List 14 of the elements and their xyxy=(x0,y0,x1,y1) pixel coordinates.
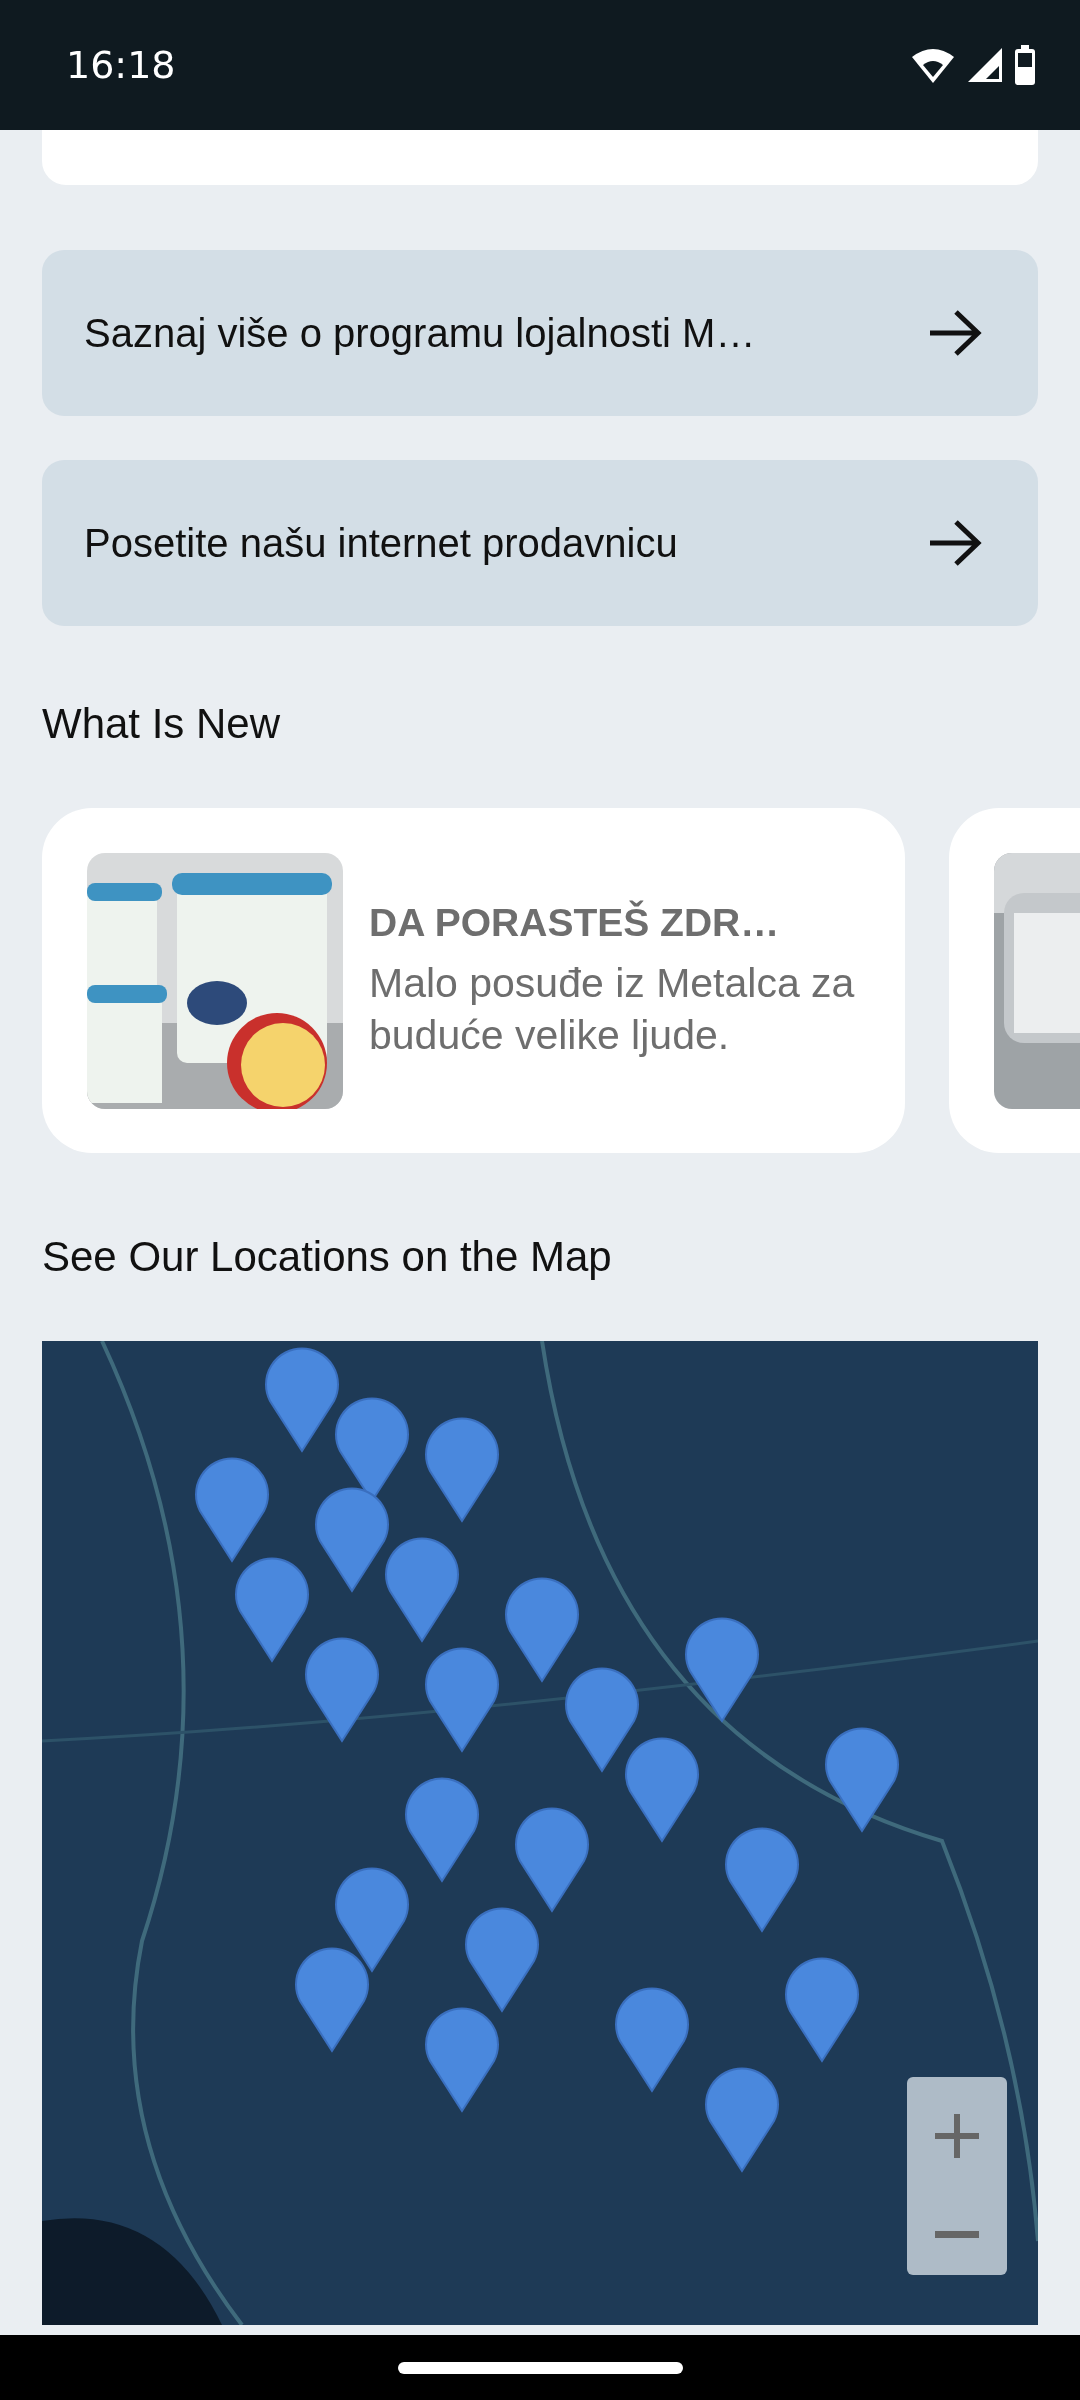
link-button[interactable]: Posetite našu internet prodavnicu xyxy=(42,460,1038,626)
zoom-out-icon[interactable] xyxy=(935,2230,979,2239)
battery-icon xyxy=(1014,45,1036,85)
home-handle[interactable] xyxy=(397,2361,683,2374)
wifi-icon xyxy=(910,47,956,83)
section-heading: What Is New xyxy=(42,700,282,748)
section-heading: See Our Locations on the Map xyxy=(42,1233,613,1281)
clock: 16:18 xyxy=(66,43,176,87)
news-title: DA PORASTEŠ ZDR… xyxy=(369,900,781,945)
news-card[interactable]: DA PORASTEŠ ZDR… Malo posuđe iz Metalca za buduće velike ljude. xyxy=(42,808,905,1153)
news-description: Malo posuđe iz Metalca za buduće velike ljude. xyxy=(369,958,856,1060)
signal-icon xyxy=(966,46,1004,84)
zoom-in-icon[interactable] xyxy=(935,2113,979,2158)
link-button[interactable]: Saznaj više o programu lojalnosti M… xyxy=(42,250,1038,416)
